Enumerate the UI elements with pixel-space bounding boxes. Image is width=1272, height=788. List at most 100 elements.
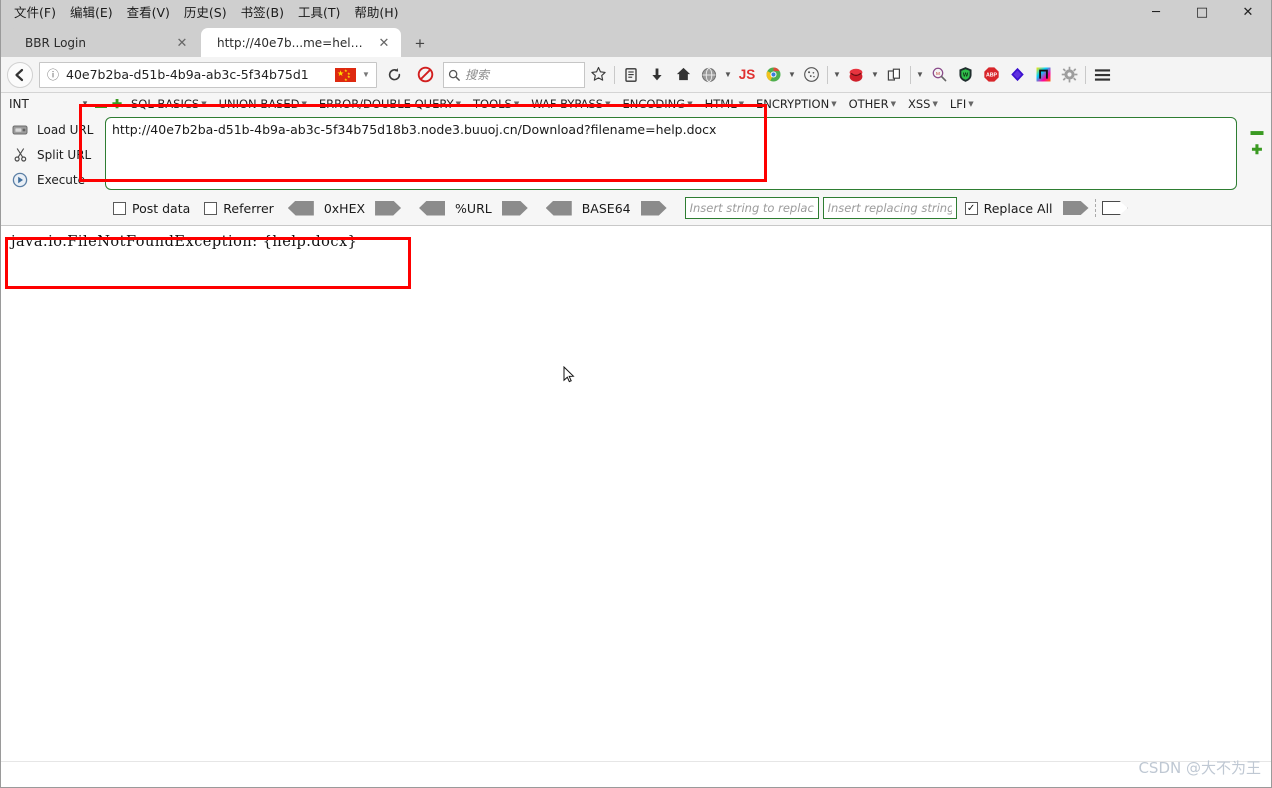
chevron-down-icon[interactable]: ▼ <box>869 62 881 88</box>
execute-play-icon <box>7 172 33 188</box>
menu-bar: 文件(F) 编辑(E) 查看(V) 历史(S) 书签(B) 工具(T) 帮助(H… <box>1 0 1271 24</box>
referrer-label: Referrer <box>223 200 274 216</box>
back-button[interactable] <box>7 61 33 88</box>
decode-arrow-icon[interactable] <box>419 200 446 216</box>
decode-arrow-icon[interactable] <box>545 200 572 216</box>
replace-all-label: Replace All <box>983 200 1053 216</box>
hackbar-menu-xss[interactable]: XSS ▼ <box>902 97 944 111</box>
collapse-minus-icon[interactable]: ▬ <box>93 96 109 112</box>
search-inspect-icon[interactable]: M <box>926 62 952 88</box>
menu-help[interactable]: 帮助(H) <box>347 0 405 23</box>
encoder-url: %URL <box>419 200 528 216</box>
tab-download-help-docx[interactable]: http://40e7b...me=help.docx ✕ <box>201 28 401 57</box>
wappalyzer-icon[interactable]: W <box>952 62 978 88</box>
chevron-down-icon[interactable]: ▼ <box>722 62 734 88</box>
menu-label: ENCRYPTION <box>756 96 830 111</box>
hackbar-menu-lfi[interactable]: LFI ▼ <box>944 97 980 111</box>
noscript-icon[interactable] <box>411 62 439 88</box>
menu-label: ERROR/DOUBLE QUERY <box>318 96 454 111</box>
menu-bookmarks[interactable]: 书签(B) <box>234 0 291 23</box>
hackbar-menu-html[interactable]: HTML ▼ <box>699 97 750 111</box>
site-info-icon[interactable]: ⓘ <box>44 66 62 84</box>
bookmark-star-icon[interactable] <box>585 62 611 88</box>
chevron-down-icon[interactable]: ▾ <box>77 98 93 109</box>
hackbar-menu-sql-basics[interactable]: SQL BASICS ▼ <box>125 97 213 111</box>
encode-arrow-icon[interactable] <box>375 200 402 216</box>
chevron-down-icon[interactable]: ▼ <box>786 62 798 88</box>
chrome-extension-icon[interactable] <box>760 62 786 88</box>
replace-all-checkbox[interactable]: ✓ Replace All <box>964 200 1053 216</box>
add-row-plus-icon[interactable]: ✚ <box>1252 142 1263 161</box>
chevron-down-icon: ▼ <box>513 100 520 108</box>
hackbar-icon[interactable] <box>843 62 869 88</box>
remove-row-minus-icon[interactable]: ▬ <box>1251 123 1264 142</box>
close-icon[interactable]: ✕ <box>173 34 191 52</box>
close-icon[interactable]: ✕ <box>375 34 393 52</box>
address-bar[interactable]: ⓘ 40e7b2ba-d51b-4b9a-ab3c-5f34b75d1 ★ ★ … <box>39 61 377 88</box>
menu-view[interactable]: 查看(V) <box>120 0 177 23</box>
split-url-icon <box>7 147 33 162</box>
maximize-button[interactable]: □ <box>1179 0 1225 24</box>
replace-revert-arrow-icon[interactable] <box>1101 201 1128 215</box>
search-box[interactable]: 搜索 <box>443 61 585 88</box>
minimize-button[interactable]: ─ <box>1133 0 1179 24</box>
menu-edit[interactable]: 编辑(E) <box>63 0 120 23</box>
hackbar-menu-tools[interactable]: TOOLS ▼ <box>467 97 525 111</box>
hamburger-menu-icon[interactable] <box>1089 62 1115 88</box>
reload-button[interactable] <box>381 62 407 88</box>
add-plus-icon[interactable]: ✚ <box>109 96 125 112</box>
new-tab-button[interactable]: + <box>407 31 433 57</box>
post-data-checkbox[interactable]: Post data <box>113 201 190 216</box>
menu-history[interactable]: 历史(S) <box>177 0 234 23</box>
rainbow-extension-icon[interactable] <box>1030 62 1056 88</box>
replace-from-input[interactable]: Insert string to replace <box>684 197 819 219</box>
menu-file[interactable]: 文件(F) <box>7 0 63 23</box>
replace-from-placeholder: Insert string to replace <box>689 201 814 215</box>
address-bar-text: 40e7b2ba-d51b-4b9a-ab3c-5f34b75d1 <box>66 67 309 82</box>
encoder-label: BASE64 <box>581 200 631 216</box>
chevron-down-icon[interactable]: ▼ <box>831 62 843 88</box>
user-agent-switcher-icon[interactable] <box>696 62 722 88</box>
javascript-toggle-icon[interactable]: JS <box>734 62 760 88</box>
page-copy-icon[interactable] <box>881 62 907 88</box>
svg-text:M: M <box>936 71 940 77</box>
hackbar-url-textarea[interactable]: http://40e7b2ba-d51b-4b9a-ab3c-5f34b75d1… <box>105 117 1237 190</box>
downloads-icon[interactable] <box>644 62 670 88</box>
menu-label: SQL BASICS <box>131 96 200 111</box>
reader-view-icon[interactable] <box>618 62 644 88</box>
home-icon[interactable] <box>670 62 696 88</box>
decode-arrow-icon[interactable] <box>287 200 314 216</box>
hackbar-menu-union-based[interactable]: UNION BASED ▼ <box>213 97 313 111</box>
hackbar-menu-encoding[interactable]: ENCODING ▼ <box>616 97 698 111</box>
divider <box>1094 199 1096 217</box>
encode-arrow-icon[interactable] <box>501 200 528 216</box>
referrer-checkbox[interactable]: Referrer <box>204 201 274 216</box>
encode-arrow-icon[interactable] <box>640 200 667 216</box>
hackbar-menu-encryption[interactable]: ENCRYPTION ▼ <box>750 97 843 111</box>
close-button[interactable]: ✕ <box>1225 0 1271 24</box>
load-url-button[interactable]: Load URL <box>7 117 105 142</box>
hackbar-menu-waf-bypass[interactable]: WAF BYPASS ▼ <box>525 97 616 111</box>
svg-text:W: W <box>962 72 968 78</box>
menu-tools[interactable]: 工具(T) <box>291 0 347 23</box>
chevron-down-icon[interactable]: ▼ <box>358 65 374 85</box>
menu-label: HTML <box>704 96 737 111</box>
chevron-down-icon[interactable]: ▼ <box>914 62 926 88</box>
status-divider <box>1 761 1271 762</box>
replace-apply-arrow-icon[interactable] <box>1062 201 1089 215</box>
tab-bbr-login[interactable]: BBR Login ✕ <box>9 28 199 57</box>
proxy-switchy-icon[interactable] <box>1004 62 1030 88</box>
hackbar-menu-error-double-query[interactable]: ERROR/DOUBLE QUERY ▼ <box>313 97 467 111</box>
split-url-button[interactable]: Split URL <box>7 142 105 167</box>
cookie-manager-icon[interactable] <box>798 62 824 88</box>
chevron-down-icon: ▼ <box>831 100 837 108</box>
hackbar-actions: Load URL Split URL Execute <box>1 117 105 192</box>
post-data-label: Post data <box>132 200 191 216</box>
chevron-down-icon: ▼ <box>890 100 896 108</box>
mouse-cursor <box>563 365 575 384</box>
adblock-plus-icon[interactable]: ABP <box>978 62 1004 88</box>
replace-to-input[interactable]: Insert replacing string <box>822 197 957 219</box>
execute-button[interactable]: Execute <box>7 167 105 192</box>
hackbar-menu-other[interactable]: OTHER ▼ <box>843 97 902 111</box>
settings-gear-icon[interactable] <box>1056 62 1082 88</box>
